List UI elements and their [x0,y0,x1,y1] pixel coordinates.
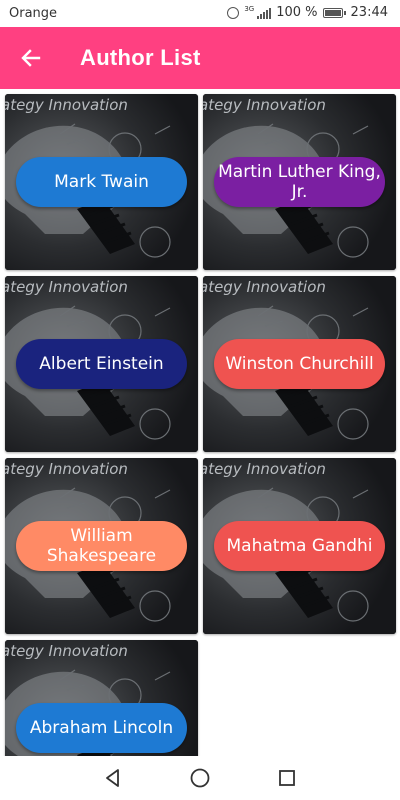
arrow-left-icon [21,49,41,67]
author-card[interactable]: ategy Innovation Mahatma Gandhi [203,458,396,634]
circle-home-icon [190,768,210,788]
square-recents-icon [278,770,295,786]
back-button[interactable] [0,27,62,89]
image-caption: ategy Innovation [5,278,128,296]
author-card[interactable]: ategy Innovation William Shakespeare [5,458,198,634]
image-caption: ategy Innovation [203,96,326,114]
author-name-button[interactable]: Abraham Lincoln [16,703,187,753]
battery-percent: 100 % [276,5,318,20]
author-name-button[interactable]: Martin Luther King, Jr. [214,157,385,207]
image-caption: ategy Innovation [203,460,326,478]
signal-icon [257,7,272,19]
battery-icon [322,7,346,18]
status-bar: Orange 3G 100 % 23:44 [0,0,400,27]
author-name-button[interactable]: Mark Twain [16,157,187,207]
author-card[interactable]: ategy Innovation Albert Einstein [5,276,198,452]
author-card[interactable]: ategy Innovation Martin Luther King, Jr. [203,94,396,270]
status-icons: 3G 100 % 23:44 [227,5,388,20]
nav-recents-button[interactable] [267,758,307,798]
author-grid: ategy Innovation Mark Twain ategy Innovati… [0,89,400,756]
image-caption: ategy Innovation [203,278,326,296]
triangle-back-icon [106,769,120,787]
author-card[interactable]: ategy Innovation Mark Twain [5,94,198,270]
author-card[interactable]: ategy Innovation Abraham Lincoln [5,640,198,756]
nav-home-button[interactable] [180,758,220,798]
author-card[interactable]: ategy Innovation Winston Churchill [203,276,396,452]
alarm-icon [227,6,240,19]
clock: 23:44 [350,5,388,20]
app-bar: Author List [0,27,400,89]
nav-back-button[interactable] [93,758,133,798]
image-caption: ategy Innovation [5,460,128,478]
image-caption: ategy Innovation [5,642,128,660]
author-name-button[interactable]: Albert Einstein [16,339,187,389]
author-name-button[interactable]: Mahatma Gandhi [214,521,385,571]
image-caption: ategy Innovation [5,96,128,114]
author-name-button[interactable]: William Shakespeare [16,521,187,571]
system-nav-bar [0,756,400,800]
page-title: Author List [80,45,201,70]
carrier-label: Orange [9,6,58,21]
author-name-button[interactable]: Winston Churchill [214,339,385,389]
network-type-label: 3G [244,4,255,13]
